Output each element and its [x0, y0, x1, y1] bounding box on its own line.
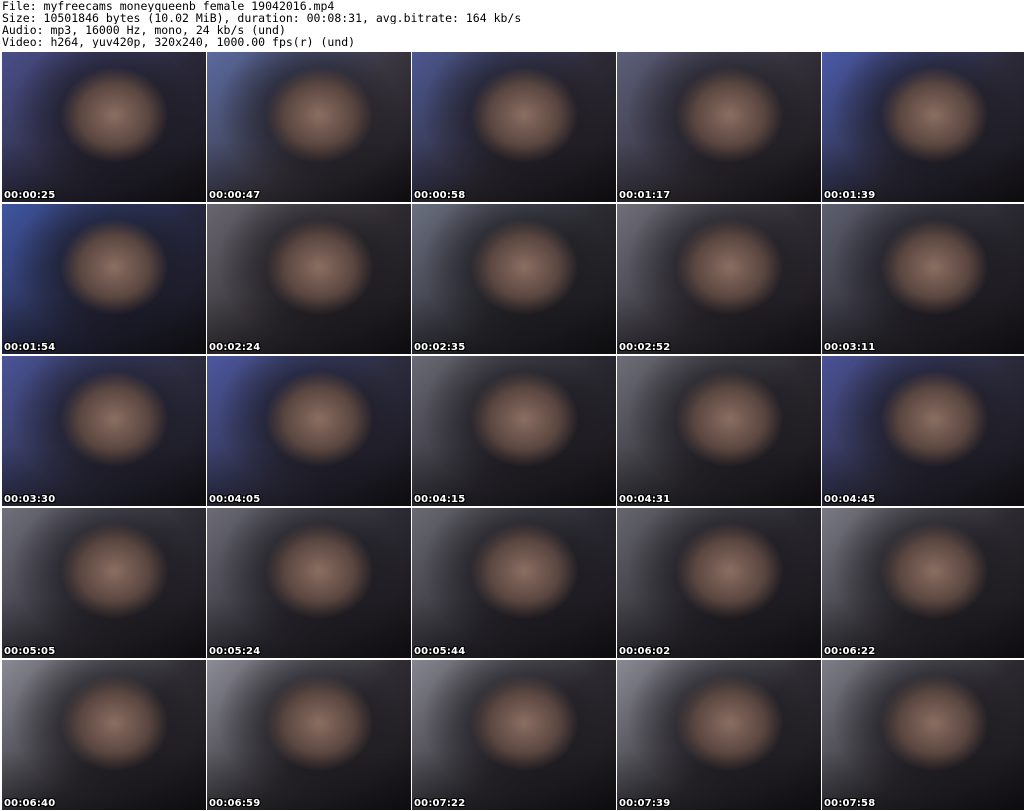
thumbnail-frame: 00:03:30: [2, 356, 206, 506]
thumbnail-shade: [822, 356, 1024, 506]
thumbnail-shade: [2, 204, 206, 354]
video-info-line: Video: h264, yuv420p, 320x240, 1000.00 f…: [2, 36, 356, 48]
thumbnail-timestamp: 00:03:30: [4, 494, 56, 505]
thumbnail-timestamp: 00:01:17: [619, 190, 671, 201]
thumbnail-shade: [822, 660, 1024, 810]
thumbnail-timestamp: 00:04:15: [414, 494, 466, 505]
thumbnail-shade: [412, 660, 616, 810]
thumbnail-shade: [617, 356, 821, 506]
file-name-line: File: myfreecams_moneyqueenb_female_1904…: [2, 0, 335, 12]
thumbnail-frame: 00:02:35: [412, 204, 616, 354]
thumbnail-timestamp: 00:05:05: [4, 646, 56, 657]
thumbnail-frame: 00:07:58: [822, 660, 1024, 810]
audio-info-line: Audio: mp3, 16000 Hz, mono, 24 kb/s (und…: [2, 24, 286, 36]
thumbnail-grid: 00:00:25 00:00:47 00:00:58 00:01:17 00:01:39…: [0, 50, 1024, 811]
thumbnail-shade: [412, 52, 616, 202]
thumbnail-shade: [207, 660, 411, 810]
thumbnail-frame: 00:06:59: [207, 660, 411, 810]
thumbnail-frame: 00:07:39: [617, 660, 821, 810]
thumbnail-frame: 00:04:45: [822, 356, 1024, 506]
thumbnail-frame: 00:01:17: [617, 52, 821, 202]
thumbnail-shade: [2, 660, 206, 810]
thumbnail-timestamp: 00:06:22: [824, 646, 876, 657]
thumbnail-timestamp: 00:06:59: [209, 798, 261, 809]
thumbnail-timestamp: 00:04:45: [824, 494, 876, 505]
thumbnail-frame: 00:07:22: [412, 660, 616, 810]
thumbnail-shade: [2, 356, 206, 506]
thumbnail-timestamp: 00:06:40: [4, 798, 56, 809]
thumbnail-frame: 00:05:24: [207, 508, 411, 658]
thumbnail-shade: [617, 660, 821, 810]
thumbnail-timestamp: 00:01:54: [4, 342, 56, 353]
thumbnail-timestamp: 00:00:25: [4, 190, 56, 201]
thumbnail-timestamp: 00:02:52: [619, 342, 671, 353]
thumbnail-timestamp: 00:04:05: [209, 494, 261, 505]
thumbnail-shade: [617, 204, 821, 354]
thumbnail-shade: [207, 52, 411, 202]
thumbnail-shade: [2, 508, 206, 658]
thumbnail-shade: [617, 508, 821, 658]
thumbnail-shade: [617, 52, 821, 202]
thumbnail-timestamp: 00:02:35: [414, 342, 466, 353]
thumbnail-shade: [822, 508, 1024, 658]
thumbnail-shade: [822, 52, 1024, 202]
thumbnail-shade: [207, 356, 411, 506]
thumbnail-frame: 00:06:22: [822, 508, 1024, 658]
file-size-line: Size: 10501846 bytes (10.02 MiB), durati…: [2, 12, 522, 24]
thumbnail-shade: [412, 356, 616, 506]
thumbnail-shade: [822, 204, 1024, 354]
thumbnail-timestamp: 00:06:02: [619, 646, 671, 657]
thumbnail-shade: [207, 204, 411, 354]
thumbnail-frame: 00:01:54: [2, 204, 206, 354]
thumbnail-timestamp: 00:05:24: [209, 646, 261, 657]
thumbnail-timestamp: 00:05:44: [414, 646, 466, 657]
thumbnail-timestamp: 00:00:58: [414, 190, 466, 201]
thumbnail-timestamp: 00:03:11: [824, 342, 876, 353]
thumbnail-frame: 00:02:52: [617, 204, 821, 354]
thumbnail-frame: 00:05:44: [412, 508, 616, 658]
thumbnail-timestamp: 00:02:24: [209, 342, 261, 353]
thumbnail-frame: 00:00:58: [412, 52, 616, 202]
thumbnail-frame: 00:04:15: [412, 356, 616, 506]
thumbnail-frame: 00:02:24: [207, 204, 411, 354]
thumbnail-shade: [2, 52, 206, 202]
thumbnail-frame: 00:00:25: [2, 52, 206, 202]
thumbnail-timestamp: 00:01:39: [824, 190, 876, 201]
thumbnail-frame: 00:06:40: [2, 660, 206, 810]
thumbnail-frame: 00:01:39: [822, 52, 1024, 202]
thumbnail-shade: [412, 204, 616, 354]
thumbnail-frame: 00:00:47: [207, 52, 411, 202]
thumbnail-timestamp: 00:04:31: [619, 494, 671, 505]
thumbnail-frame: 00:04:05: [207, 356, 411, 506]
thumbnail-frame: 00:03:11: [822, 204, 1024, 354]
thumbnail-frame: 00:04:31: [617, 356, 821, 506]
thumbnail-shade: [412, 508, 616, 658]
thumbnail-frame: 00:05:05: [2, 508, 206, 658]
thumbnail-frame: 00:06:02: [617, 508, 821, 658]
video-info-header: File: myfreecams_moneyqueenb_female_1904…: [2, 0, 1022, 50]
thumbnail-timestamp: 00:07:58: [824, 798, 876, 809]
thumbnail-timestamp: 00:00:47: [209, 190, 261, 201]
thumbnail-shade: [207, 508, 411, 658]
thumbnail-timestamp: 00:07:22: [414, 798, 466, 809]
thumbnail-timestamp: 00:07:39: [619, 798, 671, 809]
